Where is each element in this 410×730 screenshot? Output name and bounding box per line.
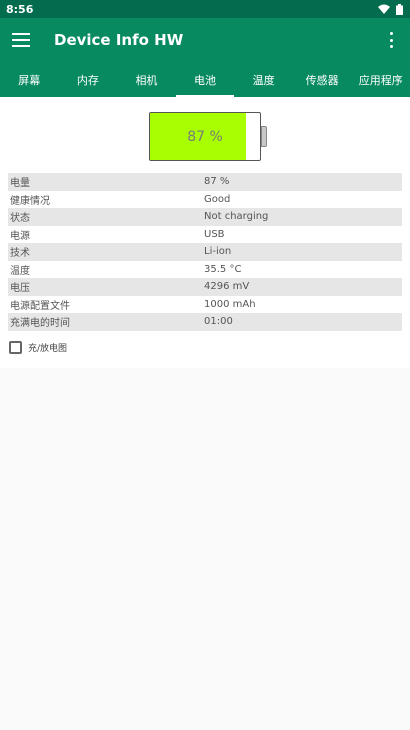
battery-level-text: 87 % bbox=[187, 128, 223, 145]
tab-apps[interactable]: 应用程序 bbox=[351, 62, 410, 97]
tab-camera[interactable]: 相机 bbox=[117, 62, 176, 97]
tab-screen[interactable]: 屏幕 bbox=[0, 62, 59, 97]
charge-chart-label: 充/放电图 bbox=[28, 343, 68, 354]
tab-bar: 屏幕 内存 相机 电池 温度 传感器 应用程序 bbox=[0, 62, 410, 97]
app-bar: Device Info HW bbox=[0, 18, 410, 62]
row-value: Li-ion bbox=[204, 246, 232, 258]
battery-tip bbox=[261, 126, 267, 147]
tab-sensors[interactable]: 传感器 bbox=[293, 62, 352, 97]
table-row: 电压 4296 mV bbox=[8, 278, 402, 296]
tab-temperature[interactable]: 温度 bbox=[234, 62, 293, 97]
tab-memory[interactable]: 内存 bbox=[59, 62, 118, 97]
table-row: 温度 35.5 °C bbox=[8, 260, 402, 278]
row-label: 电量 bbox=[10, 178, 30, 190]
status-bar: 8:56 bbox=[0, 0, 410, 18]
row-value: 01:00 bbox=[204, 316, 233, 328]
row-label: 技术 bbox=[10, 248, 30, 260]
table-row: 电源 USB bbox=[8, 225, 402, 243]
tab-battery[interactable]: 电池 bbox=[175, 62, 235, 97]
row-label: 电压 bbox=[10, 283, 30, 295]
row-value: 87 % bbox=[204, 176, 230, 188]
row-label: 电源配置文件 bbox=[10, 300, 70, 312]
wifi-icon bbox=[378, 4, 390, 14]
table-row: 健康情况 Good bbox=[8, 190, 402, 208]
charge-chart-checkbox[interactable] bbox=[9, 340, 22, 354]
status-icons bbox=[378, 3, 403, 15]
row-value: 1000 mAh bbox=[204, 298, 256, 310]
battery-graphic-wrap: 87 % bbox=[0, 97, 410, 173]
row-label: 健康情况 bbox=[10, 195, 50, 207]
menu-icon[interactable] bbox=[12, 33, 30, 47]
app-title: Device Info HW bbox=[54, 31, 184, 49]
battery-icon bbox=[396, 3, 403, 15]
row-value: Not charging bbox=[204, 211, 269, 223]
overflow-menu-icon[interactable] bbox=[386, 32, 396, 48]
charge-chart-toggle[interactable]: 充/放电图 bbox=[0, 331, 410, 354]
row-label: 充满电的时间 bbox=[10, 318, 70, 330]
row-label: 温度 bbox=[10, 265, 30, 277]
status-time: 8:56 bbox=[6, 2, 34, 16]
content-bottom-spacer bbox=[0, 353, 410, 368]
row-value: USB bbox=[204, 228, 225, 240]
row-value: 35.5 °C bbox=[204, 263, 242, 275]
table-row: 充满电的时间 01:00 bbox=[8, 313, 402, 331]
table-row: 电量 87 % bbox=[8, 173, 402, 191]
row-label: 电源 bbox=[10, 230, 30, 242]
table-row: 技术 Li-ion bbox=[8, 243, 402, 261]
battery-page: 87 % 电量 87 % 健康情况 Good 状态 Not charging 电… bbox=[0, 97, 410, 368]
row-label: 状态 bbox=[10, 213, 30, 225]
battery-graphic: 87 % bbox=[149, 112, 267, 161]
row-value: 4296 mV bbox=[204, 281, 250, 293]
table-row: 状态 Not charging bbox=[8, 208, 402, 226]
table-row: 电源配置文件 1000 mAh bbox=[8, 295, 402, 313]
row-value: Good bbox=[204, 193, 231, 205]
battery-info-table: 电量 87 % 健康情况 Good 状态 Not charging 电源 USB… bbox=[0, 173, 410, 331]
